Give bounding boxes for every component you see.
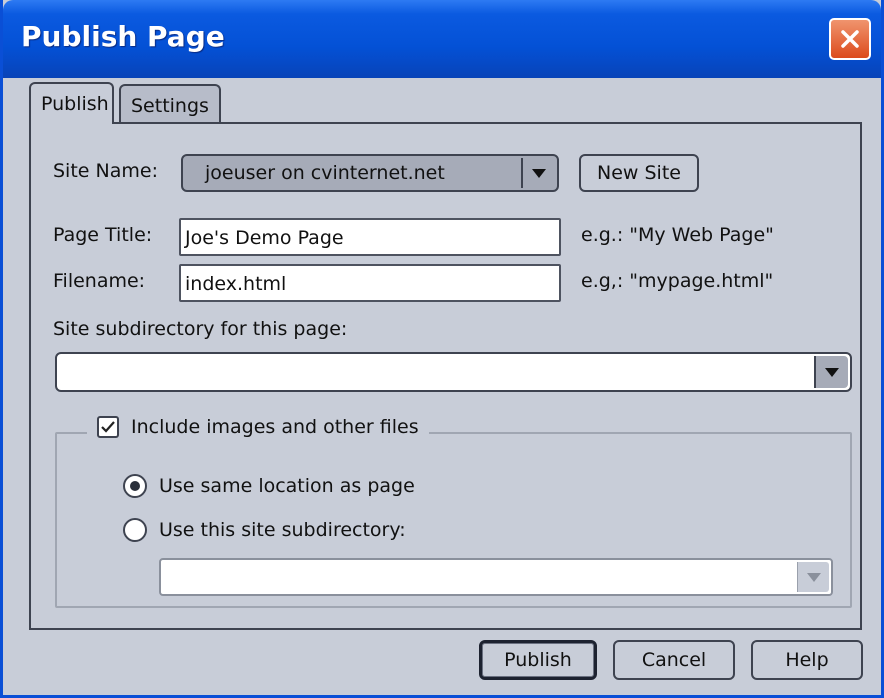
publish-panel: Site Name: joeuser on cvinternet.net New… [29, 122, 862, 630]
include-files-label: Include images and other files [131, 416, 419, 438]
site-name-value: joeuser on cvinternet.net [205, 162, 445, 184]
new-site-button[interactable]: New Site [579, 154, 699, 192]
publish-button[interactable]: Publish [479, 640, 597, 680]
chevron-down-icon[interactable] [521, 158, 555, 188]
close-button[interactable] [829, 18, 871, 60]
radio-same-location-label: Use same location as page [159, 475, 415, 497]
tab-settings[interactable]: Settings [119, 84, 221, 124]
include-files-legend: Include images and other files [87, 416, 429, 438]
radio-button[interactable] [123, 474, 147, 498]
publish-page-dialog: Publish Page Publish Settings Site Name:… [0, 0, 884, 698]
radio-button[interactable] [123, 518, 147, 542]
window-title: Publish Page [21, 20, 225, 53]
files-subdirectory-select[interactable] [159, 558, 833, 596]
site-name-select[interactable]: joeuser on cvinternet.net [181, 154, 559, 192]
page-title-label: Page Title: [53, 224, 153, 246]
radio-site-subdirectory-label: Use this site subdirectory: [159, 519, 406, 541]
filename-hint: e.g,: "mypage.html" [581, 270, 774, 292]
help-button[interactable]: Help [751, 640, 863, 680]
subdirectory-select[interactable] [55, 352, 852, 392]
chevron-down-icon[interactable] [797, 562, 829, 592]
close-icon [841, 30, 859, 48]
filename-label: Filename: [53, 270, 146, 292]
include-files-checkbox[interactable] [97, 416, 119, 438]
title-bar[interactable]: Publish Page [3, 0, 881, 78]
cancel-button[interactable]: Cancel [613, 640, 735, 680]
radio-dot [130, 481, 140, 491]
radio-site-subdirectory[interactable]: Use this site subdirectory: [123, 518, 406, 542]
filename-input[interactable]: index.html [179, 264, 561, 302]
tab-publish[interactable]: Publish [29, 82, 114, 124]
site-name-label: Site Name: [53, 160, 158, 182]
page-title-hint: e.g.: "My Web Page" [581, 224, 774, 246]
radio-same-location[interactable]: Use same location as page [123, 474, 415, 498]
check-icon [101, 421, 115, 433]
page-title-input[interactable]: Joe's Demo Page [179, 218, 561, 256]
subdirectory-label: Site subdirectory for this page: [53, 318, 348, 340]
chevron-down-icon[interactable] [814, 356, 848, 388]
include-files-group: Include images and other files Use same … [55, 416, 852, 608]
